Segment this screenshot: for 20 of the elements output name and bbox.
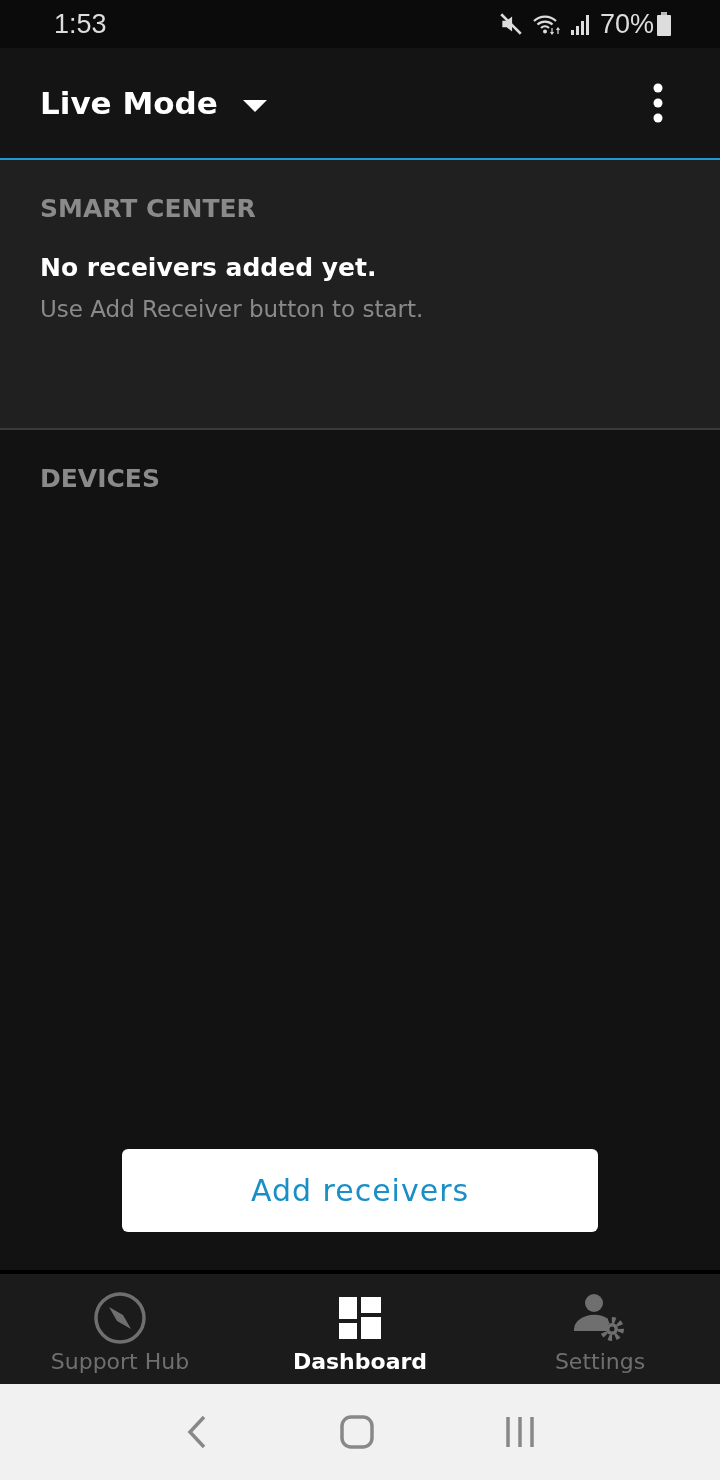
mode-dropdown[interactable]: Live Mode xyxy=(40,85,268,121)
battery-percent: 70% xyxy=(599,8,654,40)
caret-icon xyxy=(241,99,268,113)
section-heading: DEVICES xyxy=(40,463,161,493)
home-icon[interactable] xyxy=(340,1415,374,1449)
more-menu-icon[interactable] xyxy=(652,83,664,123)
nav-tab[interactable]: Dashboard xyxy=(240,1274,480,1384)
status-time: 1:53 xyxy=(54,8,107,40)
compass-icon xyxy=(93,1291,147,1345)
dashboard-icon xyxy=(339,1297,381,1339)
section-heading: SMART CENTER xyxy=(40,193,257,223)
recent-apps-icon[interactable] xyxy=(504,1415,535,1449)
empty-hint: Use Add Receiver button to start. xyxy=(40,296,425,322)
nav-tab[interactable]: Settings xyxy=(480,1274,720,1384)
nav-tab[interactable]: Support Hub xyxy=(0,1274,240,1384)
battery-icon xyxy=(656,11,672,37)
add-receivers-button[interactable]: Add receivers xyxy=(122,1149,598,1232)
user-gear-icon xyxy=(574,1293,626,1343)
signal-icon xyxy=(569,12,592,36)
empty-message: No receivers added yet. xyxy=(40,253,378,282)
